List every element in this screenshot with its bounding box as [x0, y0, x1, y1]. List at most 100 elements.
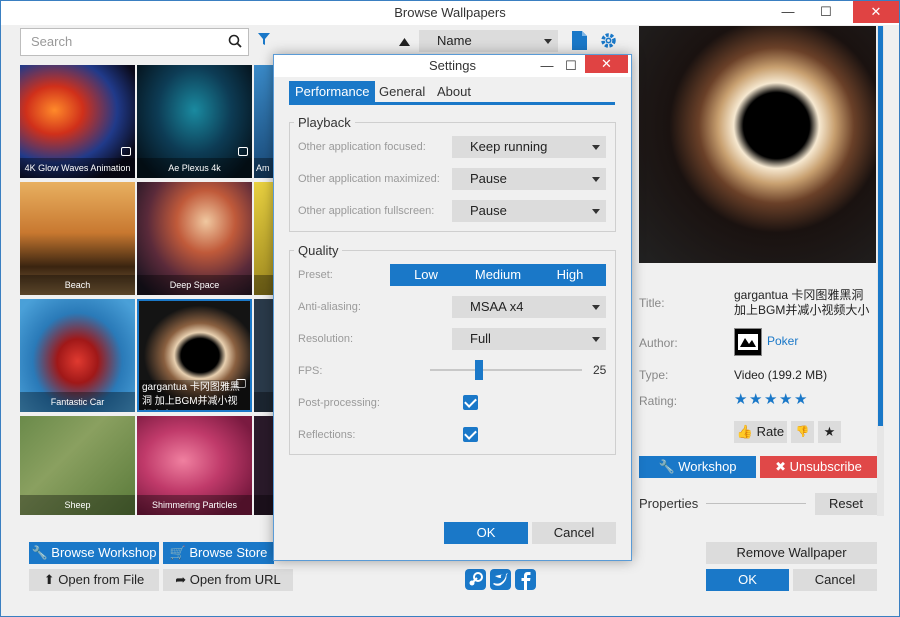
settings-cancel-button[interactable]: Cancel [532, 522, 616, 544]
fps-slider-thumb[interactable] [475, 360, 483, 380]
filter-icon[interactable] [258, 33, 270, 46]
author-label: Author: [639, 336, 678, 350]
preset-high-button[interactable]: High [534, 264, 606, 286]
wrench-icon: 🔧 [31, 545, 48, 560]
close-icon: ✖ [775, 459, 786, 474]
tile-label: Beach [20, 275, 135, 295]
fps-value: 25 [593, 363, 607, 377]
cancel-button[interactable]: Cancel [793, 569, 877, 591]
browse-store-button[interactable]: 🛒 Browse Store [163, 542, 274, 564]
workshop-icon [238, 147, 248, 156]
reflections-checkbox[interactable] [463, 427, 478, 442]
tile-label: Sheep [20, 495, 135, 515]
rating-label: Rating: [639, 394, 678, 408]
open-from-url-button[interactable]: ➦ Open from URL [163, 569, 293, 591]
fullscreen-label: Other application fullscreen: [298, 205, 435, 217]
post-processing-checkbox[interactable] [463, 395, 478, 410]
rate-button[interactable]: 👍 Rate [734, 421, 787, 443]
anti-aliasing-dropdown[interactable]: MSAA x4 [452, 296, 606, 318]
wallpaper-tile[interactable]: Beach [20, 182, 135, 295]
star-icon: ★ [749, 391, 763, 408]
wallpaper-tile[interactable]: Deep Space [137, 182, 252, 295]
wallpaper-tile[interactable]: Ae Plexus 4k [137, 65, 252, 178]
tile-label: Deep Space [137, 275, 252, 295]
browse-workshop-button[interactable]: 🔧 Browse Workshop [29, 542, 159, 564]
author-link[interactable]: Poker [767, 334, 798, 348]
rate-label: Rate [756, 424, 785, 439]
resolution-label: Resolution: [298, 333, 354, 345]
cart-icon: 🛒 [169, 545, 186, 560]
maximized-dropdown[interactable]: Pause [452, 168, 606, 190]
star-icon: ★ [794, 391, 808, 408]
focused-dropdown[interactable]: Keep running [452, 136, 606, 158]
tile-label [254, 275, 274, 295]
sort-direction-icon[interactable] [399, 38, 410, 46]
favorite-button[interactable]: ★ [818, 421, 841, 443]
window-title: Browse Wallpapers [394, 5, 506, 20]
wallpaper-tile[interactable] [254, 416, 274, 515]
thumbs-up-icon: 👍 [736, 424, 754, 439]
resolution-dropdown[interactable]: Full [452, 328, 606, 350]
search-icon[interactable] [228, 34, 242, 48]
sort-dropdown[interactable]: Name [419, 30, 558, 52]
wallpaper-tile[interactable]: Am [254, 65, 274, 178]
ok-button[interactable]: OK [706, 569, 789, 591]
fullscreen-dropdown[interactable]: Pause [452, 200, 606, 222]
minimize-button[interactable]: — [771, 1, 805, 23]
settings-dialog: Settings — ☐ ✕ Performance General About… [273, 54, 632, 561]
open-from-file-button[interactable]: ⬆ Open from File [29, 569, 159, 591]
properties-divider [706, 503, 806, 504]
settings-minimize-button[interactable]: — [540, 55, 554, 77]
workshop-icon [121, 147, 131, 156]
settings-ok-button[interactable]: OK [444, 522, 528, 544]
tab-general[interactable]: General [373, 81, 431, 103]
facebook-icon[interactable] [515, 569, 536, 590]
star-icon: ★ [779, 391, 793, 408]
preset-label: Preset: [298, 269, 333, 281]
tab-about[interactable]: About [431, 81, 477, 103]
thumbs-down-icon: 👎 [795, 426, 810, 438]
preset-low-button[interactable]: Low [390, 264, 462, 286]
properties-label: Properties [639, 496, 699, 511]
scrollbar-track[interactable] [877, 26, 884, 516]
gear-icon[interactable] [600, 32, 617, 49]
tab-performance[interactable]: Performance [289, 81, 376, 103]
reflections-label: Reflections: [298, 429, 356, 441]
search-input[interactable]: Search [20, 28, 249, 56]
preset-medium-button[interactable]: Medium [462, 264, 534, 286]
wallpaper-tile[interactable] [254, 299, 274, 412]
tile-label: gargantua 卡冈图雅黑洞 加上BGM并减小视频大小 [139, 380, 250, 410]
settings-close-button[interactable]: ✕ [585, 55, 628, 73]
tile-label: Shimmering Particles [137, 495, 252, 515]
remove-wallpaper-button[interactable]: Remove Wallpaper [706, 542, 877, 564]
file-icon[interactable] [572, 31, 587, 50]
wallpaper-tile-selected[interactable]: gargantua 卡冈图雅黑洞 加上BGM并减小视频大小 [137, 299, 252, 412]
fps-slider-track[interactable] [430, 369, 582, 371]
maximized-label: Other application maximized: [298, 173, 440, 185]
workshop-button[interactable]: 🔧 Workshop [639, 456, 756, 478]
avatar[interactable] [734, 328, 762, 356]
open-from-file-label: Open from File [58, 572, 145, 587]
star-icon: ★ [734, 391, 748, 408]
reset-button[interactable]: Reset [815, 493, 877, 515]
type-label: Type: [639, 368, 669, 382]
playback-group-title: Playback [294, 115, 355, 130]
wallpaper-tile[interactable]: Shimmering Particles [137, 416, 252, 515]
wallpaper-tile[interactable]: Fantastic Car [20, 299, 135, 412]
star-icon: ★ [823, 424, 836, 439]
browse-store-label: Browse Store [189, 545, 268, 560]
steam-icon[interactable] [465, 569, 486, 590]
close-button[interactable]: ✕ [853, 1, 899, 23]
twitter-icon[interactable] [490, 569, 511, 590]
wrench-icon: 🔧 [658, 459, 675, 474]
wallpaper-tile[interactable]: 4K Glow Waves Animation [20, 65, 135, 178]
unsubscribe-button[interactable]: ✖ Unsubscribe [760, 456, 877, 478]
scrollbar-thumb[interactable] [878, 26, 883, 426]
settings-maximize-button[interactable]: ☐ [564, 55, 578, 77]
maximize-button[interactable]: ☐ [809, 1, 843, 23]
wallpaper-tile[interactable] [254, 182, 274, 295]
type-value: Video (199.2 MB) [734, 368, 828, 382]
wallpaper-tile[interactable]: Sheep [20, 416, 135, 515]
dislike-button[interactable]: 👎 [791, 421, 814, 443]
open-from-url-label: Open from URL [189, 572, 281, 587]
